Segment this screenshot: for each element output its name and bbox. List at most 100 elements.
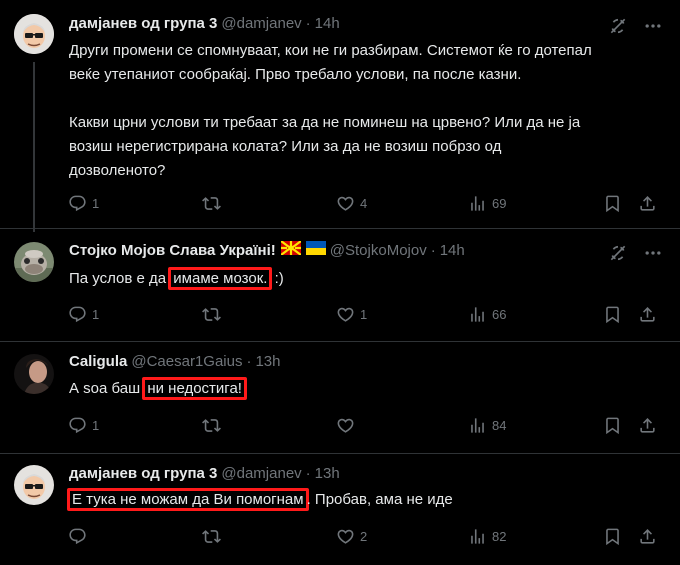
- like-button[interactable]: 1: [336, 299, 367, 329]
- ua-flag-icon: [305, 241, 326, 261]
- bookmark-icon: [603, 194, 622, 213]
- timestamp[interactable]: 14h: [440, 241, 465, 261]
- timestamp[interactable]: 13h: [315, 464, 340, 484]
- tweet-2[interactable]: Стојко Мојов Слава Україні! @StojkoMojov…: [0, 230, 680, 342]
- reply-icon: [68, 194, 87, 213]
- separator: ·: [430, 242, 436, 259]
- text-segment: :): [270, 270, 284, 287]
- share-icon: [638, 305, 657, 324]
- action-bar: 2 82: [60, 521, 664, 551]
- views-icon: [468, 527, 487, 546]
- timestamp[interactable]: 14h: [315, 14, 340, 34]
- reply-button[interactable]: [68, 521, 92, 551]
- reply-button[interactable]: 1: [68, 410, 99, 440]
- view-count: 66: [492, 306, 507, 322]
- tweet-3[interactable]: Caligula @Caesar1Gaius · 13h А soa баш н…: [0, 343, 680, 454]
- more-icon[interactable]: [643, 16, 663, 36]
- views-button[interactable]: 82: [468, 521, 506, 551]
- share-button[interactable]: [638, 188, 657, 218]
- reply-count: 1: [92, 417, 100, 433]
- like-button[interactable]: [336, 410, 360, 440]
- tweet-1[interactable]: дамјанев од група 3 @damjanev · 14h Друг…: [0, 0, 680, 232]
- action-bar: 1 1 66: [60, 299, 664, 329]
- avatar-ostrich-image: [14, 242, 54, 282]
- share-icon: [638, 194, 657, 213]
- like-button[interactable]: 2: [336, 521, 367, 551]
- reply-icon: [68, 305, 87, 324]
- action-bar: 1 84: [60, 410, 664, 440]
- text-line: веќе утепаниот сообраќај. Прво требало у…: [69, 66, 522, 83]
- highlighted-text: Е тука не можам да Ви помогнам: [67, 488, 309, 511]
- tweet-text: Други промени се спомнуваат, кои не ги р…: [69, 39, 659, 183]
- like-icon: [336, 527, 355, 546]
- share-button[interactable]: [638, 410, 657, 440]
- author-name[interactable]: Стојко Мојов Слава Україні!: [69, 241, 276, 261]
- views-button[interactable]: 69: [468, 188, 506, 218]
- separator: ·: [305, 465, 311, 482]
- avatar[interactable]: [14, 354, 54, 394]
- bookmark-button[interactable]: [603, 299, 622, 329]
- mk-flag-icon: [280, 240, 302, 261]
- text-segment: . Пробав, ама не иде: [306, 491, 453, 508]
- author-name[interactable]: дамјанев од група 3: [69, 14, 217, 34]
- tweet-header: дамјанев од група 3 @damjanev · 13h: [69, 464, 340, 484]
- bookmark-button[interactable]: [603, 521, 622, 551]
- tweet-4[interactable]: дамјанев од група 3 @damjanev · 13h Е ту…: [0, 455, 680, 565]
- action-bar: 1 4 69: [60, 188, 664, 218]
- text-segment: А soa баш: [69, 380, 145, 397]
- tweet-header: Caligula @Caesar1Gaius · 13h: [69, 352, 281, 372]
- like-count: 1: [360, 306, 368, 322]
- share-icon: [638, 416, 657, 435]
- author-handle[interactable]: @StojkoMojov: [330, 241, 427, 261]
- views-button[interactable]: 66: [468, 299, 506, 329]
- view-count: 84: [492, 417, 507, 433]
- share-button[interactable]: [638, 521, 657, 551]
- text-line: Какви црни услови ти требаат за да не по…: [69, 114, 581, 131]
- author-handle[interactable]: @damjanev: [221, 14, 301, 34]
- author-handle[interactable]: @damjanev: [221, 464, 301, 484]
- text-line: Други промени се спомнуваат, кои не ги р…: [69, 42, 592, 59]
- reply-button[interactable]: 1: [68, 188, 99, 218]
- avatar[interactable]: [14, 14, 54, 54]
- avatar-cartoon-image: [14, 14, 54, 54]
- reply-count: 1: [92, 306, 100, 322]
- bookmark-button[interactable]: [603, 188, 622, 218]
- text-line: дозволеното?: [69, 162, 166, 179]
- bookmark-icon: [603, 416, 622, 435]
- grok-icon[interactable]: [608, 16, 628, 36]
- repost-button[interactable]: [202, 299, 226, 329]
- bookmark-button[interactable]: [603, 410, 622, 440]
- avatar[interactable]: [14, 465, 54, 505]
- more-icon[interactable]: [643, 243, 663, 263]
- author-name[interactable]: дамјанев од група 3: [69, 464, 217, 484]
- highlighted-text: имаме мозок.: [168, 267, 273, 290]
- share-icon: [638, 527, 657, 546]
- timestamp[interactable]: 13h: [255, 352, 280, 372]
- tweet-text: А soa баш ни недостига!: [69, 377, 659, 401]
- reply-count: 1: [92, 195, 100, 211]
- views-icon: [468, 416, 487, 435]
- bookmark-icon: [603, 305, 622, 324]
- avatar[interactable]: [14, 242, 54, 282]
- grok-icon[interactable]: [608, 243, 628, 263]
- repost-button[interactable]: [202, 410, 226, 440]
- like-count: 2: [360, 528, 368, 544]
- repost-icon: [202, 527, 221, 546]
- like-icon: [336, 194, 355, 213]
- views-button[interactable]: 84: [468, 410, 506, 440]
- thread-line: [33, 62, 35, 232]
- reply-button[interactable]: 1: [68, 299, 99, 329]
- repost-button[interactable]: [202, 521, 226, 551]
- author-handle[interactable]: @Caesar1Gaius: [131, 352, 242, 372]
- view-count: 69: [492, 195, 507, 211]
- author-name[interactable]: Caligula: [69, 352, 127, 372]
- like-icon: [336, 305, 355, 324]
- tweet-header: дамјанев од група 3 @damjanev · 14h: [69, 14, 340, 34]
- share-button[interactable]: [638, 299, 657, 329]
- views-icon: [468, 305, 487, 324]
- reply-icon: [68, 416, 87, 435]
- text-line: возиш нерегистрирана колата? Или за да н…: [69, 138, 502, 155]
- text-segment: Па услов е да: [69, 270, 171, 287]
- repost-button[interactable]: [202, 188, 226, 218]
- like-button[interactable]: 4: [336, 188, 367, 218]
